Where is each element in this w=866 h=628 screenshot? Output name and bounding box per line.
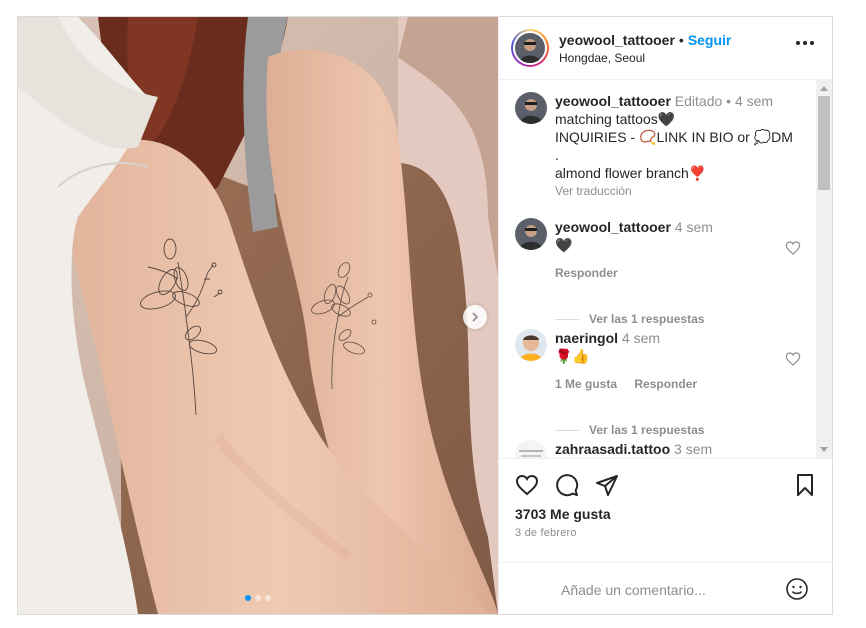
comment-time[interactable]: 4 sem xyxy=(675,219,713,235)
comment-time[interactable]: 4 sem xyxy=(622,330,660,346)
tattoo-photo xyxy=(18,17,498,614)
post-header: yeowool_tattooer • Seguir Hongdae, Seoul xyxy=(499,17,832,80)
comment-input[interactable] xyxy=(559,578,763,602)
replies-divider xyxy=(555,429,579,431)
comments-scrollbar[interactable] xyxy=(816,80,832,458)
avatar-image xyxy=(515,33,545,63)
bookmark-icon[interactable] xyxy=(793,473,817,497)
chevron-right-icon xyxy=(472,312,479,322)
more-dot-icon xyxy=(796,41,800,45)
header-separator: • xyxy=(678,31,684,48)
post-location[interactable]: Hongdae, Seoul xyxy=(559,51,731,65)
action-bar xyxy=(499,458,833,498)
post-sidebar: yeowool_tattooer • Seguir Hongdae, Seoul xyxy=(498,17,833,614)
more-dot-icon xyxy=(810,41,814,45)
comment-username[interactable]: yeowool_tattooer xyxy=(555,219,671,235)
next-slide-button[interactable] xyxy=(463,305,487,329)
caption-line: . xyxy=(555,147,559,163)
comment-item: zahraasadi.tattoo 3 sem xyxy=(515,440,815,458)
view-replies-label: Ver las 1 respuestas xyxy=(589,312,705,326)
comment-like-icon[interactable] xyxy=(785,351,801,367)
follow-button[interactable]: Seguir xyxy=(688,32,732,48)
caption-username[interactable]: yeowool_tattooer xyxy=(555,93,671,109)
comment-icon[interactable] xyxy=(555,473,579,497)
reply-button[interactable]: Responder xyxy=(634,377,697,391)
view-replies-button[interactable]: Ver las 1 respuestas xyxy=(555,312,704,326)
caption: yeowool_tattooer Editado • 4 sem matchin… xyxy=(515,92,815,200)
carousel-indicator xyxy=(18,595,498,601)
post-date[interactable]: 3 de febrero xyxy=(515,527,577,539)
comment-username[interactable]: naeringol xyxy=(555,330,618,346)
scroll-thumb[interactable] xyxy=(818,96,830,190)
comment-text: 🌹👍 xyxy=(555,348,590,364)
translate-link[interactable]: Ver traducción xyxy=(555,182,815,200)
carousel-dot-active xyxy=(245,595,251,601)
likes-count[interactable]: 3703 Me gusta xyxy=(515,506,611,522)
emoji-icon[interactable] xyxy=(785,577,809,601)
author-avatar[interactable] xyxy=(511,29,549,67)
caption-dot: • xyxy=(726,93,732,109)
caption-line: INQUIRIES - 📿LINK IN BIO or 💭DM xyxy=(555,129,793,145)
caption-time[interactable]: 4 sem xyxy=(735,93,773,109)
carousel-dot xyxy=(265,595,271,601)
scroll-down-icon[interactable] xyxy=(820,447,828,452)
more-options-button[interactable] xyxy=(796,41,814,45)
author-username[interactable]: yeowool_tattooer xyxy=(559,32,675,48)
reply-button[interactable]: Responder xyxy=(555,266,618,280)
post-card: yeowool_tattooer • Seguir Hongdae, Seoul xyxy=(17,16,833,615)
comments-list[interactable]: yeowool_tattooer Editado • 4 sem matchin… xyxy=(499,80,817,458)
comment-item: naeringol 4 sem 🌹👍 1 Me gusta Responder xyxy=(515,329,815,393)
comment-time[interactable]: 3 sem xyxy=(674,441,712,457)
comment-username[interactable]: zahraasadi.tattoo xyxy=(555,441,670,457)
view-replies-label: Ver las 1 respuestas xyxy=(589,423,705,437)
more-dot-icon xyxy=(803,41,807,45)
avatar[interactable] xyxy=(515,329,547,361)
post-media[interactable] xyxy=(18,17,498,614)
add-comment-bar xyxy=(499,562,833,614)
caption-edited: Editado xyxy=(674,93,723,109)
comment-item: yeowool_tattooer 4 sem 🖤 Responder xyxy=(515,218,815,282)
replies-divider xyxy=(555,318,579,320)
avatar[interactable] xyxy=(515,92,547,124)
caption-line: almond flower branch❣️ xyxy=(555,165,707,181)
like-icon[interactable] xyxy=(515,473,539,497)
caption-line: matching tattoos🖤 xyxy=(555,111,676,127)
carousel-dot xyxy=(255,595,261,601)
avatar[interactable] xyxy=(515,218,547,250)
comment-likes[interactable]: 1 Me gusta xyxy=(555,377,617,391)
scroll-up-icon[interactable] xyxy=(820,86,828,91)
comment-like-icon[interactable] xyxy=(785,240,801,256)
view-replies-button[interactable]: Ver las 1 respuestas xyxy=(555,423,704,437)
comment-text: 🖤 xyxy=(555,237,573,253)
avatar[interactable] xyxy=(515,440,547,458)
share-icon[interactable] xyxy=(595,473,619,497)
